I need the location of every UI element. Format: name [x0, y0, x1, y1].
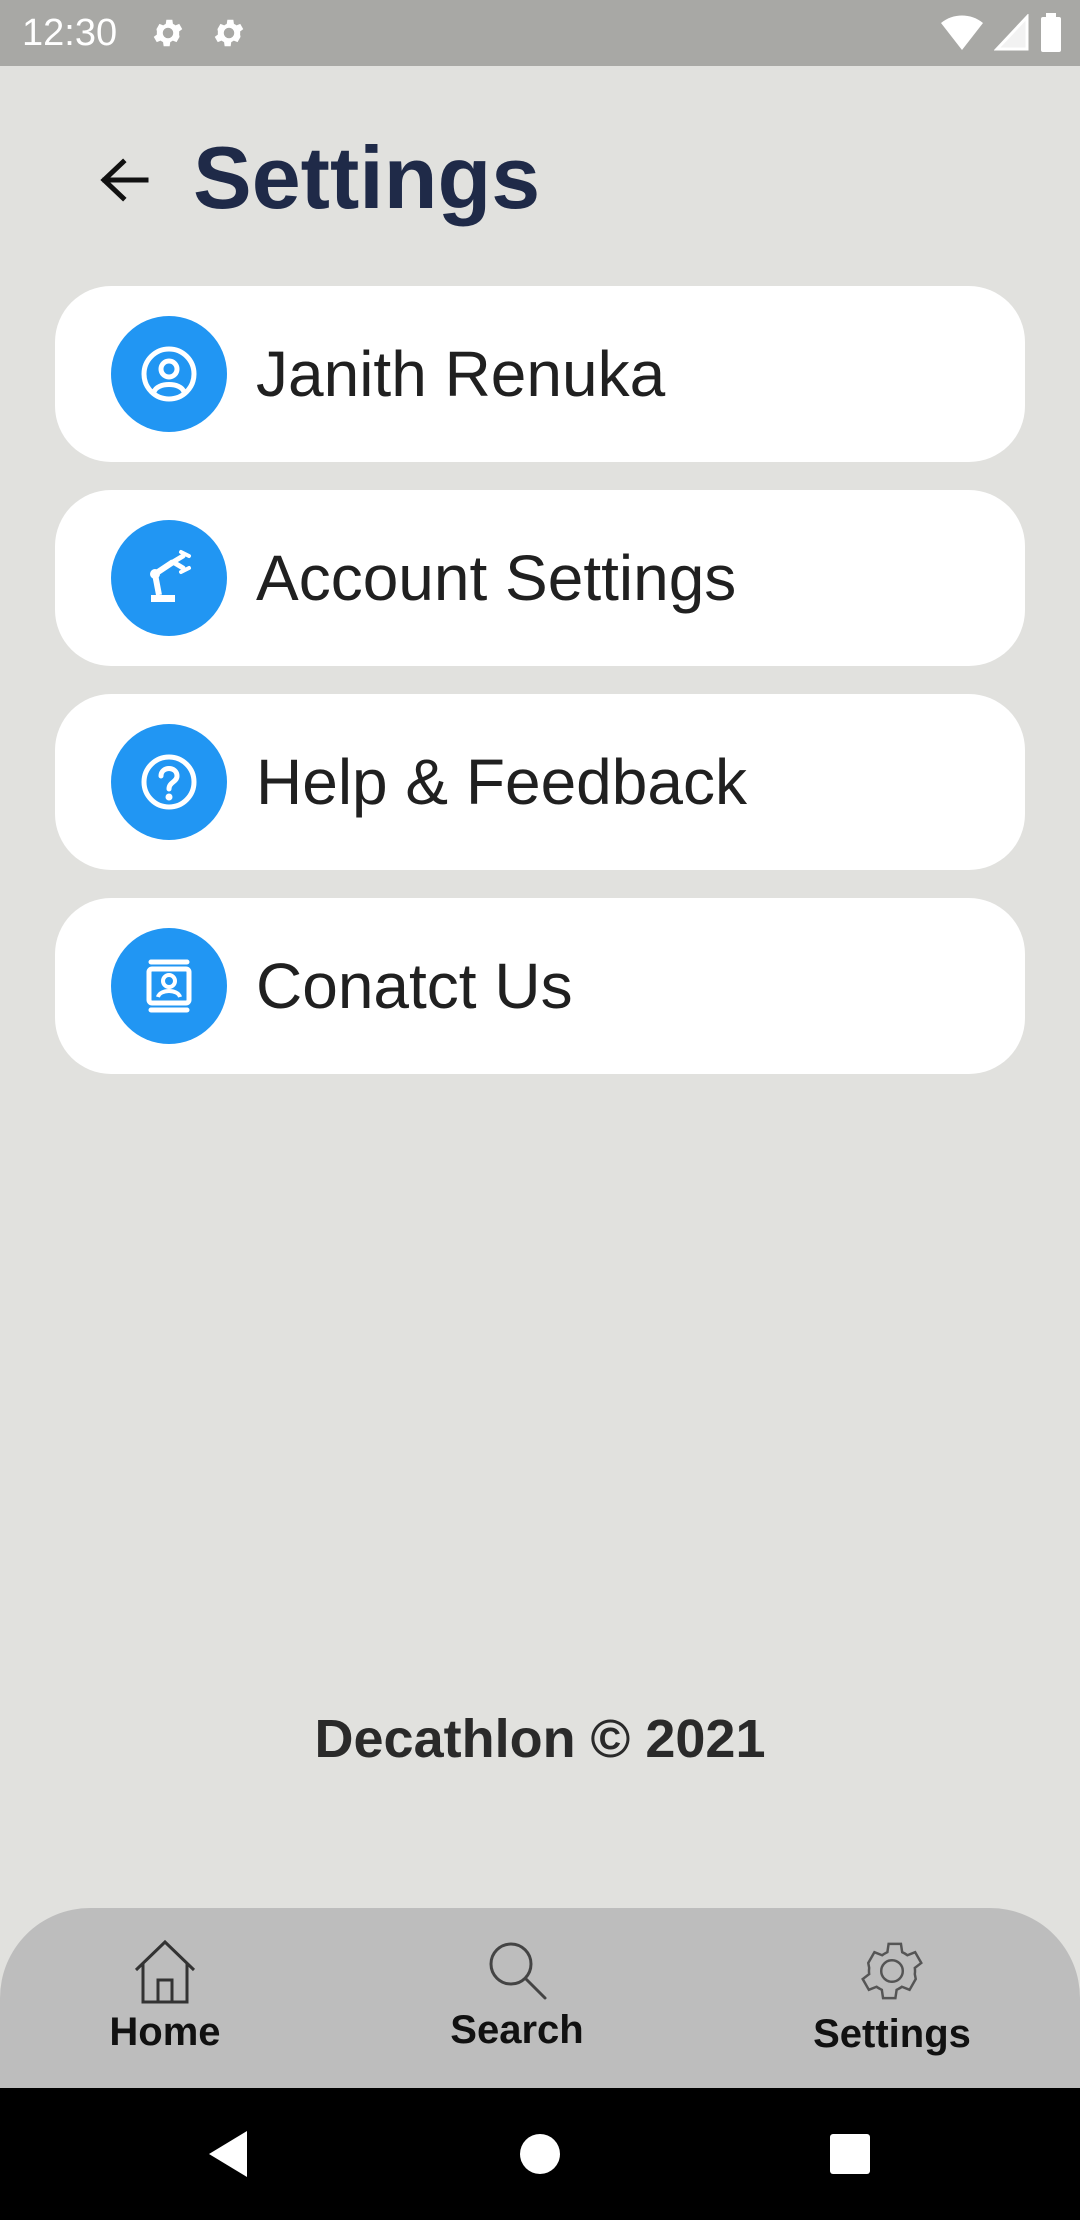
search-icon	[489, 1942, 547, 2000]
menu-icon-container	[111, 316, 227, 432]
robot-arm-icon	[150, 550, 191, 602]
signal-icon	[994, 14, 1029, 51]
arrow-left-icon	[100, 158, 149, 202]
menu-icon-container	[111, 928, 227, 1044]
nav-item-search[interactable]: Search	[397, 1908, 637, 2088]
nav-item-settings[interactable]: Settings	[772, 1908, 1012, 2088]
menu-item-contact-us[interactable]: Conatct Us	[55, 898, 1025, 1074]
back-button[interactable]	[92, 148, 156, 212]
menu-item-profile[interactable]: Janith Renuka	[55, 286, 1025, 462]
nav-label-home: Home	[109, 2010, 221, 2054]
menu-item-label: Account Settings	[256, 542, 737, 614]
help-circle-icon	[141, 754, 197, 810]
battery-icon	[1041, 13, 1061, 52]
nav-label-settings: Settings	[813, 2012, 971, 2056]
page-title: Settings	[193, 128, 541, 227]
footer-copyright: Decathlon © 2021	[314, 1709, 766, 1769]
home-icon	[134, 1939, 196, 2004]
home-circle-icon	[520, 2134, 560, 2174]
bottom-nav: Home Search Settings	[0, 1908, 1080, 2088]
status-indicators	[940, 12, 1062, 54]
contact-card-icon	[146, 959, 192, 1013]
menu-item-label: Help & Feedback	[256, 746, 747, 818]
menu-item-account-settings[interactable]: Account Settings	[55, 490, 1025, 666]
system-nav-bar	[0, 2088, 1080, 2220]
gear-icon	[861, 1942, 923, 2000]
status-time: 12:30	[22, 12, 118, 54]
recents-square-icon	[830, 2134, 870, 2174]
settings-gear-icon	[214, 19, 244, 47]
user-circle-icon	[141, 346, 197, 402]
system-recents-button[interactable]	[820, 2124, 880, 2184]
settings-gear-icon	[153, 19, 183, 47]
menu-icon-container	[111, 724, 227, 840]
nav-item-home[interactable]: Home	[45, 1908, 285, 2088]
system-home-button[interactable]	[510, 2124, 570, 2184]
menu-item-help-feedback[interactable]: Help & Feedback	[55, 694, 1025, 870]
wifi-icon	[941, 15, 983, 50]
status-bar: 12:30	[0, 0, 1080, 66]
menu-item-label: Janith Renuka	[256, 338, 666, 410]
system-back-button[interactable]	[198, 2124, 258, 2184]
back-triangle-icon	[209, 2131, 247, 2177]
nav-label-search: Search	[450, 2008, 584, 2052]
menu-item-label: Conatct Us	[256, 950, 573, 1022]
menu-icon-container	[111, 520, 227, 636]
